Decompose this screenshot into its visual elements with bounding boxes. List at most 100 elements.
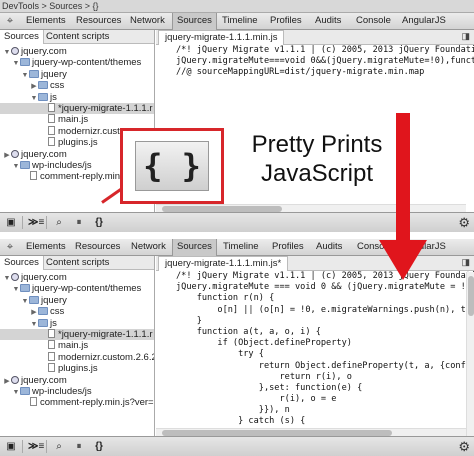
tree-item-label: js — [50, 317, 57, 329]
tree-item[interactable]: ▼ jquery — [0, 294, 154, 307]
collapse-triangle-icon[interactable]: ▶ — [30, 307, 38, 318]
folder-icon — [38, 81, 48, 90]
code-line: //@ sourceMappingURL=dist/jquery-migrate… — [176, 67, 425, 78]
expand-triangle-icon[interactable]: ▼ — [30, 93, 38, 104]
tab-console[interactable]: Console — [352, 13, 395, 30]
tree-item[interactable]: *jquery-migrate-1.1.1.r — [0, 103, 154, 114]
horizontal-scrollbar[interactable] — [156, 204, 466, 212]
tab-network[interactable]: Network — [127, 239, 170, 256]
gear-icon[interactable]: ⚙ — [458, 215, 470, 230]
tab-sources[interactable]: Sources — [172, 239, 217, 256]
window-title: DevTools > Sources > {} — [0, 0, 474, 13]
tree-item[interactable]: modernizr.custom.2.6.2 — [0, 351, 155, 363]
tree-item[interactable]: comment-reply.min.js?ver=3 — [0, 397, 154, 408]
expand-triangle-icon[interactable]: ▼ — [12, 161, 20, 172]
expand-triangle-icon[interactable]: ▼ — [3, 273, 11, 284]
pause-icon[interactable]: ⏸ — [72, 216, 86, 229]
editor-file-tab[interactable]: jquery-migrate-1.1.1.min.js* — [158, 256, 289, 271]
folder-icon — [29, 295, 39, 304]
collapse-triangle-icon[interactable]: ▶ — [30, 81, 38, 92]
tree-item[interactable]: main.js — [0, 340, 154, 351]
tab-content-scripts[interactable]: Content scripts — [42, 30, 113, 44]
dock-icon[interactable]: ▣ — [4, 440, 18, 453]
tree-item[interactable]: *jquery-migrate-1.1.1.r — [0, 329, 154, 340]
expand-triangle-icon[interactable]: ▼ — [12, 387, 20, 398]
expand-triangle-icon[interactable]: ▼ — [12, 284, 20, 295]
tab-audits[interactable]: Audits — [311, 13, 345, 30]
tab-elements[interactable]: Elements — [22, 239, 70, 256]
dock-icon[interactable]: ▣ — [4, 216, 18, 229]
file-icon — [48, 125, 55, 135]
tree-item[interactable]: ▼ jquery — [0, 69, 154, 81]
tab-audits[interactable]: Audits — [312, 239, 346, 256]
scrollbar-thumb[interactable] — [468, 276, 474, 316]
tree-item[interactable]: plugins.js — [0, 363, 154, 374]
tab-timeline[interactable]: Timeline — [219, 239, 263, 256]
file-icon — [48, 351, 55, 361]
tree-item-label: jquery — [41, 294, 67, 306]
tree-item[interactable]: ▼ js — [0, 91, 154, 104]
expand-triangle-icon[interactable]: ▼ — [3, 47, 11, 58]
code-line: return r(i), o — [176, 371, 352, 382]
folder-icon — [38, 307, 48, 316]
editor-file-tab[interactable]: jquery-migrate-1.1.1.min.js — [158, 30, 285, 45]
tab-content-scripts[interactable]: Content scripts — [42, 256, 113, 270]
tab-profiles[interactable]: Profiles — [268, 239, 308, 256]
tree-item[interactable]: ▼ wp-includes/js — [0, 386, 154, 398]
status-toolbar: ▣ ≫≡ ⌕ ⏸ {} ⚙ — [0, 436, 474, 456]
tab-sources-navigator[interactable]: Sources — [0, 30, 44, 44]
domain-icon — [11, 149, 19, 158]
editor-panel-toggle-icon[interactable]: ◨ — [461, 257, 470, 268]
search-icon[interactable]: ⌕ — [52, 440, 66, 453]
tree-item[interactable]: main.js — [0, 114, 154, 125]
tree-item-label: modernizr.custom.2.6.2 — [58, 351, 155, 363]
tree-item-label: comment-reply.min. — [40, 171, 123, 183]
collapse-triangle-icon[interactable]: ▶ — [3, 376, 11, 387]
tree-item-label: jquery-wp-content/themes — [32, 57, 142, 69]
inspect-icon[interactable]: ⌖ — [4, 15, 16, 27]
code-line: jQuery.migrateMute===void 0&&(jQuery.mig… — [176, 56, 474, 67]
code-area[interactable]: /*! jQuery Migrate v1.1.1 | (c) 2005, 20… — [156, 271, 474, 436]
tab-angularjs[interactable]: AngularJS — [398, 13, 450, 30]
tab-resources[interactable]: Resources — [71, 239, 124, 256]
code-line: o[n] || (o[n] = !0, e.migrateWarnings.pu… — [176, 304, 474, 315]
gear-icon[interactable]: ⚙ — [458, 439, 470, 454]
tree-item[interactable]: ▼ jquery.com — [0, 272, 154, 284]
expand-triangle-icon[interactable]: ▼ — [21, 296, 29, 307]
folder-icon — [20, 161, 30, 169]
pause-icon[interactable]: ⏸ — [72, 440, 86, 453]
tab-elements[interactable]: Elements — [22, 13, 70, 30]
tree-item[interactable]: ▶ css — [0, 306, 154, 318]
tab-resources[interactable]: Resources — [72, 13, 125, 30]
console-icon[interactable]: ≫≡ — [28, 440, 44, 453]
expand-triangle-icon[interactable]: ▼ — [30, 319, 38, 330]
tab-sources[interactable]: Sources — [172, 13, 217, 30]
tab-timeline[interactable]: Timeline — [218, 13, 262, 30]
tab-sources-navigator[interactable]: Sources — [0, 256, 44, 270]
tree-item[interactable]: ▼ jquery-wp-content/themes — [0, 283, 154, 295]
collapse-triangle-icon[interactable]: ▶ — [3, 150, 11, 161]
pretty-print-icon[interactable]: {} — [92, 216, 106, 229]
horizontal-scrollbar[interactable] — [156, 428, 466, 436]
search-icon[interactable]: ⌕ — [52, 216, 66, 229]
domain-icon — [11, 273, 19, 281]
tree-item-label: js — [50, 91, 57, 103]
editor-panel-toggle-icon[interactable]: ◨ — [461, 31, 470, 42]
code-line: if (Object.defineProperty) — [176, 338, 352, 349]
file-icon — [30, 171, 37, 181]
expand-triangle-icon[interactable]: ▼ — [12, 58, 20, 69]
navigator-tabs: Sources Content scripts — [0, 30, 154, 44]
tab-network[interactable]: Network — [126, 13, 169, 30]
pretty-print-icon[interactable]: {} — [92, 440, 106, 453]
tree-item[interactable]: ▼ js — [0, 317, 154, 330]
inspect-icon[interactable]: ⌖ — [4, 241, 16, 253]
tree-item[interactable]: ▶ css — [0, 80, 154, 92]
expand-triangle-icon[interactable]: ▼ — [21, 70, 29, 81]
code-line: } — [176, 315, 202, 326]
console-icon[interactable]: ≫≡ — [28, 216, 44, 229]
vertical-scrollbar[interactable] — [466, 272, 474, 436]
tree-item[interactable]: ▶ jquery.com — [0, 375, 154, 387]
tree-item[interactable]: ▼ jquery-wp-content/themes — [0, 57, 154, 69]
tree-item[interactable]: ▼ jquery.com — [0, 46, 154, 58]
tab-profiles[interactable]: Profiles — [266, 13, 306, 30]
